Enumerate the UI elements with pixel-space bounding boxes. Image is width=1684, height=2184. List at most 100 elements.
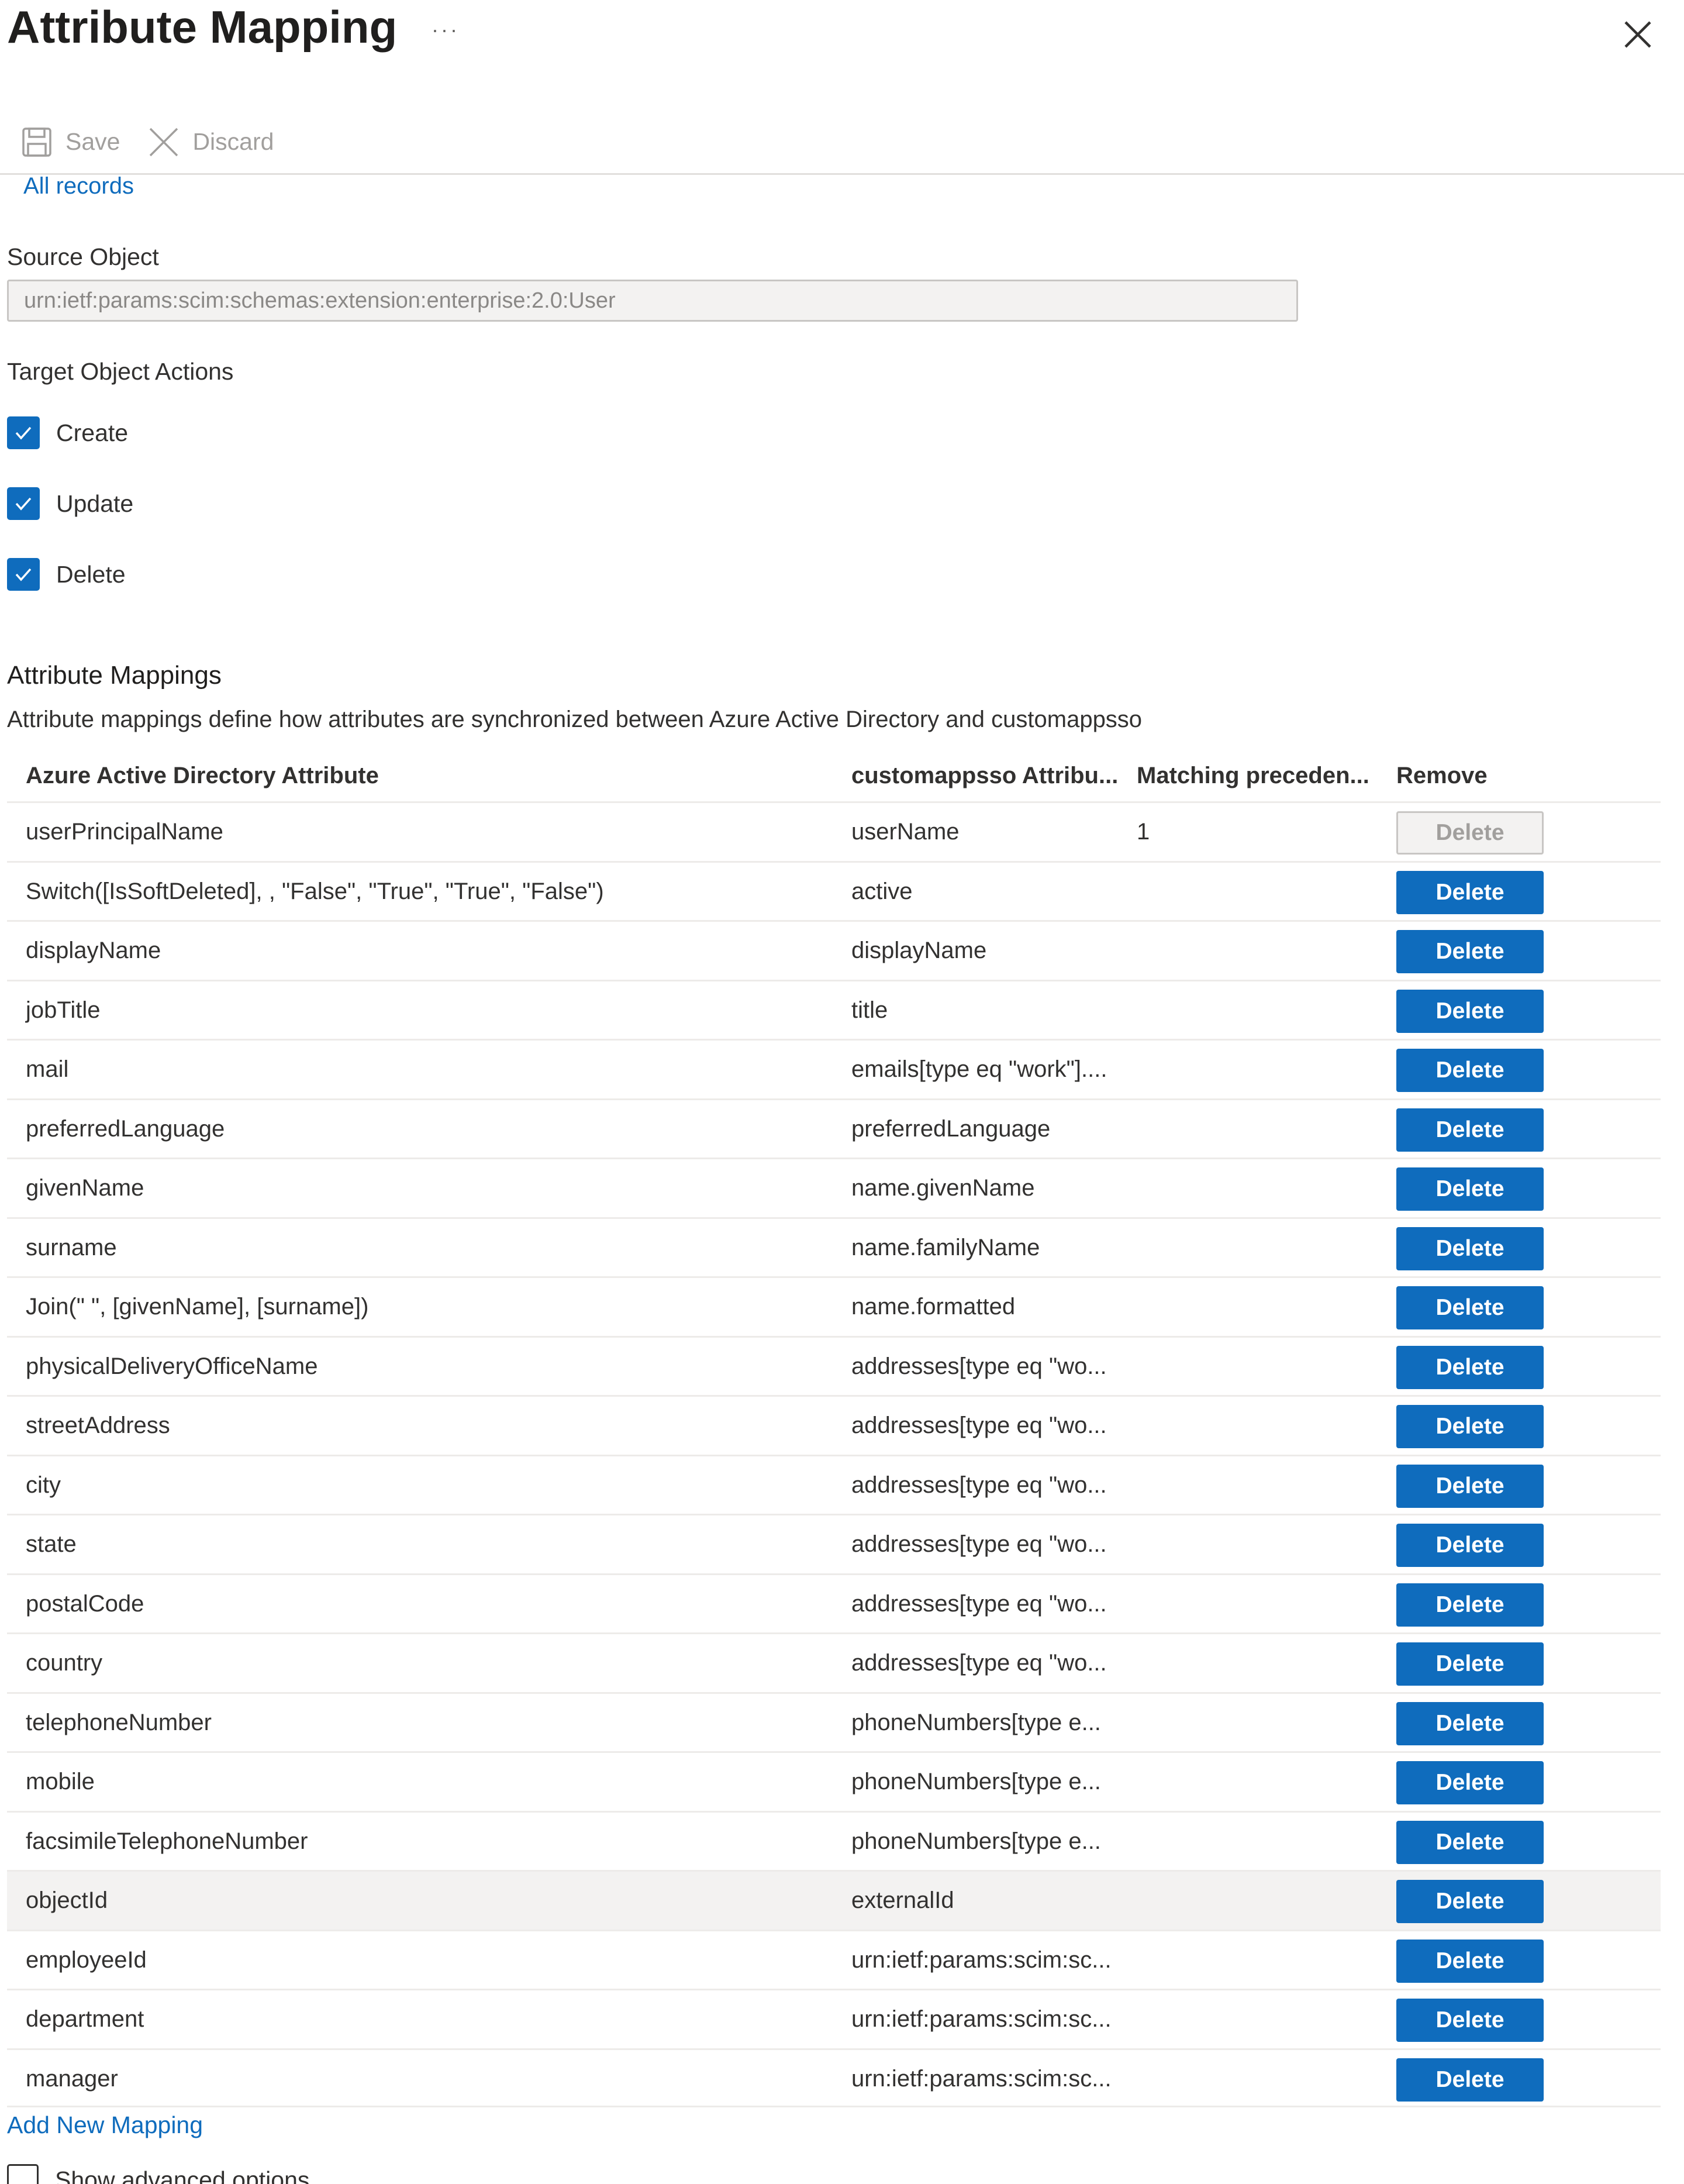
table-row[interactable]: surname name.familyName Delete xyxy=(7,1217,1661,1277)
table-row[interactable]: userPrincipalName userName 1 Delete xyxy=(7,801,1661,861)
target-attribute-cell[interactable]: preferredLanguage xyxy=(851,1100,1050,1158)
target-attribute-cell[interactable]: addresses[type eq "wo... xyxy=(851,1338,1107,1395)
target-attribute-cell[interactable]: addresses[type eq "wo... xyxy=(851,1397,1107,1454)
source-object-input[interactable] xyxy=(7,280,1298,322)
source-attribute-cell[interactable]: postalCode xyxy=(26,1575,144,1632)
column-header-precedence[interactable]: Matching preceden... xyxy=(1137,750,1369,801)
update-checkbox-row[interactable]: Update xyxy=(7,487,133,520)
target-attribute-cell[interactable]: urn:ietf:params:scim:sc... xyxy=(851,2050,1112,2107)
target-attribute-cell[interactable]: name.formatted xyxy=(851,1278,1015,1335)
table-row[interactable]: preferredLanguage preferredLanguage Delete xyxy=(7,1098,1661,1158)
table-row[interactable]: mobile phoneNumbers[type e... Delete xyxy=(7,1751,1661,1811)
advanced-options-row[interactable]: Show advanced options xyxy=(7,2164,309,2184)
delete-mapping-button[interactable]: Delete xyxy=(1396,1820,1544,1864)
delete-mapping-button[interactable]: Delete xyxy=(1396,930,1544,973)
table-row[interactable]: country addresses[type eq "wo... Delete xyxy=(7,1632,1661,1692)
source-attribute-cell[interactable]: department xyxy=(26,1990,144,2048)
delete-checkbox-row[interactable]: Delete xyxy=(7,558,126,591)
delete-mapping-button[interactable]: Delete xyxy=(1396,1524,1544,1567)
table-row[interactable]: postalCode addresses[type eq "wo... Delete xyxy=(7,1573,1661,1633)
target-attribute-cell[interactable]: name.familyName xyxy=(851,1219,1040,1276)
target-attribute-cell[interactable]: urn:ietf:params:scim:sc... xyxy=(851,1931,1112,1989)
source-attribute-cell[interactable]: mobile xyxy=(26,1753,95,1810)
table-row[interactable]: city addresses[type eq "wo... Delete xyxy=(7,1454,1661,1514)
delete-mapping-button[interactable]: Delete xyxy=(1396,1939,1544,1983)
target-attribute-cell[interactable]: urn:ietf:params:scim:sc... xyxy=(851,1990,1112,2048)
update-checkbox[interactable] xyxy=(7,487,40,520)
target-attribute-cell[interactable]: phoneNumbers[type e... xyxy=(851,1753,1101,1810)
delete-mapping-button[interactable]: Delete xyxy=(1396,1999,1544,2042)
table-row[interactable]: objectId externalId Delete xyxy=(7,1870,1661,1930)
table-row[interactable]: physicalDeliveryOfficeName addresses[type… xyxy=(7,1335,1661,1396)
source-attribute-cell[interactable]: displayName xyxy=(26,922,161,979)
table-row[interactable]: displayName displayName Delete xyxy=(7,920,1661,980)
discard-button[interactable]: Discard xyxy=(148,126,274,158)
source-attribute-cell[interactable]: streetAddress xyxy=(26,1397,170,1454)
source-attribute-cell[interactable]: userPrincipalName xyxy=(26,803,223,860)
target-attribute-cell[interactable]: addresses[type eq "wo... xyxy=(851,1575,1107,1632)
source-attribute-cell[interactable]: city xyxy=(26,1456,61,1514)
delete-mapping-button[interactable]: Delete xyxy=(1396,1167,1544,1211)
table-row[interactable]: Join(" ", [givenName], [surname]) name.fo… xyxy=(7,1276,1661,1336)
target-attribute-cell[interactable]: addresses[type eq "wo... xyxy=(851,1456,1107,1514)
delete-mapping-button[interactable]: Delete xyxy=(1396,1583,1544,1627)
delete-mapping-button[interactable]: Delete xyxy=(1396,1405,1544,1448)
source-attribute-cell[interactable]: physicalDeliveryOfficeName xyxy=(26,1338,318,1395)
delete-mapping-button[interactable]: Delete xyxy=(1396,1345,1544,1389)
save-button[interactable]: Save xyxy=(21,126,120,158)
target-attribute-cell[interactable]: title xyxy=(851,981,888,1039)
source-attribute-cell[interactable]: facsimileTelephoneNumber xyxy=(26,1813,308,1870)
table-row[interactable]: facsimileTelephoneNumber phoneNumbers[typ… xyxy=(7,1810,1661,1870)
target-attribute-cell[interactable]: phoneNumbers[type e... xyxy=(851,1694,1101,1751)
delete-mapping-button[interactable]: Delete xyxy=(1396,1880,1544,1923)
delete-mapping-button[interactable]: Delete xyxy=(1396,1701,1544,1745)
source-attribute-cell[interactable]: employeeId xyxy=(26,1931,147,1989)
delete-mapping-button[interactable]: Delete xyxy=(1396,1227,1544,1270)
source-attribute-cell[interactable]: country xyxy=(26,1634,102,1692)
target-attribute-cell[interactable]: phoneNumbers[type e... xyxy=(851,1813,1101,1870)
delete-mapping-button[interactable]: Delete xyxy=(1396,1761,1544,1804)
table-row[interactable]: mail emails[type eq "work"].... Delete xyxy=(7,1039,1661,1098)
add-new-mapping-link[interactable]: Add New Mapping xyxy=(7,2111,203,2139)
source-attribute-cell[interactable]: givenName xyxy=(26,1159,144,1217)
source-attribute-cell[interactable]: telephoneNumber xyxy=(26,1694,212,1751)
target-attribute-cell[interactable]: addresses[type eq "wo... xyxy=(851,1515,1107,1573)
close-icon[interactable] xyxy=(1617,14,1658,55)
delete-checkbox[interactable] xyxy=(7,558,40,591)
table-row[interactable]: state addresses[type eq "wo... Delete xyxy=(7,1514,1661,1573)
more-options-button[interactable]: ··· xyxy=(432,18,460,42)
source-attribute-cell[interactable]: manager xyxy=(26,2050,118,2107)
table-row[interactable]: employeeId urn:ietf:params:scim:sc... Dele… xyxy=(7,1929,1661,1989)
all-records-link[interactable]: All records xyxy=(23,173,134,199)
table-row[interactable]: givenName name.givenName Delete xyxy=(7,1158,1661,1217)
column-header-target[interactable]: customappsso Attribu... xyxy=(851,750,1118,801)
source-attribute-cell[interactable]: preferredLanguage xyxy=(26,1100,225,1158)
delete-mapping-button[interactable]: Delete xyxy=(1396,1049,1544,1092)
table-row[interactable]: department urn:ietf:params:scim:sc... Dele… xyxy=(7,1989,1661,2048)
create-checkbox[interactable] xyxy=(7,416,40,449)
delete-mapping-button[interactable]: Delete xyxy=(1396,1286,1544,1329)
create-checkbox-row[interactable]: Create xyxy=(7,416,128,449)
delete-mapping-button[interactable]: Delete xyxy=(1396,1464,1544,1508)
delete-mapping-button[interactable]: Delete xyxy=(1396,989,1544,1033)
target-attribute-cell[interactable]: userName xyxy=(851,803,960,860)
source-attribute-cell[interactable]: Join(" ", [givenName], [surname]) xyxy=(26,1278,368,1335)
source-attribute-cell[interactable]: mail xyxy=(26,1041,68,1098)
delete-mapping-button[interactable]: Delete xyxy=(1396,870,1544,914)
target-attribute-cell[interactable]: active xyxy=(851,863,913,920)
source-attribute-cell[interactable]: surname xyxy=(26,1219,117,1276)
delete-mapping-button[interactable]: Delete xyxy=(1396,1642,1544,1686)
delete-mapping-button[interactable]: Delete xyxy=(1396,1108,1544,1152)
advanced-options-checkbox[interactable] xyxy=(7,2164,39,2184)
table-row[interactable]: jobTitle title Delete xyxy=(7,979,1661,1039)
table-row[interactable]: telephoneNumber phoneNumbers[type e... Del… xyxy=(7,1692,1661,1752)
target-attribute-cell[interactable]: emails[type eq "work"].... xyxy=(851,1041,1107,1098)
target-attribute-cell[interactable]: externalId xyxy=(851,1872,954,1929)
source-attribute-cell[interactable]: Switch([IsSoftDeleted], , "False", "True… xyxy=(26,863,604,920)
target-attribute-cell[interactable]: displayName xyxy=(851,922,986,979)
delete-mapping-button[interactable]: Delete xyxy=(1396,2058,1544,2102)
source-attribute-cell[interactable]: state xyxy=(26,1515,77,1573)
source-attribute-cell[interactable]: objectId xyxy=(26,1872,108,1929)
table-row[interactable]: streetAddress addresses[type eq "wo... Del… xyxy=(7,1395,1661,1455)
target-attribute-cell[interactable]: name.givenName xyxy=(851,1159,1035,1217)
